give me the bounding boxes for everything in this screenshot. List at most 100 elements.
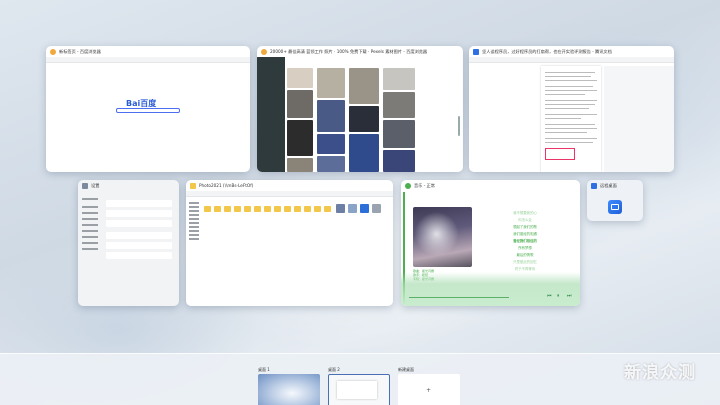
folder-icon[interactable] [234,206,241,212]
photo-thumbnail[interactable] [383,68,415,90]
lyric-line: 所有梦想 [518,246,532,250]
window-titlebar: 新标签页 - 百度浏览器 [46,46,250,57]
settings-row[interactable] [106,242,172,249]
window-browser-newtab[interactable]: 新标签页 - 百度浏览器 Bai百度 [46,46,250,172]
window-title: 设置 [91,182,100,188]
lyric-line: 想起了我们的歌 [513,225,537,229]
window-title: 新标签页 - 百度浏览器 [59,48,101,54]
image-file-icon[interactable] [348,204,357,213]
photo-thumbnail[interactable] [287,90,313,118]
watermark: 新浪众测 [624,363,696,383]
waveform-decoration [401,272,580,306]
lyric-line: 我不想要我的心 [513,211,537,215]
desktop-label: 桌面 2 [328,367,340,372]
page-sidebar [257,57,285,172]
next-icon[interactable]: ⏭ [567,294,573,299]
photo-thumbnail[interactable] [349,68,379,104]
desktop-label: 桌面 1 [258,367,270,372]
image-file-icon[interactable] [336,204,345,213]
photo-thumbnail[interactable] [349,134,379,172]
photo-thumbnail[interactable] [383,120,415,148]
desktop-thumbnail[interactable] [258,374,320,405]
photo-thumbnail[interactable] [317,68,345,98]
photo-thumbnail[interactable] [317,134,345,154]
prev-icon[interactable]: ⏮ [547,294,553,299]
settings-row[interactable] [106,210,172,217]
desktop-2[interactable]: 桌面 2 [328,364,390,405]
window-titlebar: 音乐 - 正常 [401,180,580,191]
scrollbar[interactable] [458,116,460,136]
photo-thumbnail[interactable] [317,156,345,172]
window-title: 坚人谈程序员，过好程序员的打扇帮，也在开实验评测报告 - 腾讯文档 [482,48,612,54]
new-desktop-button[interactable]: + [398,374,460,405]
folder-icon[interactable] [214,206,221,212]
folder-icon[interactable] [244,206,251,212]
virtual-desktop-bar: 桌面 1 桌面 2 新建桌面 + [0,353,720,405]
folder-icon[interactable] [254,206,261,212]
window-file-explorer[interactable]: Photo2021 (\\mBs-LeFtOf) [186,180,393,306]
desktop-label: 新建桌面 [398,367,414,372]
folder-icon[interactable] [294,206,301,212]
window-title: Photo2021 (\\mBs-LeFtOf) [199,183,254,188]
window-title: 音乐 - 正常 [414,182,435,188]
window-tencent-docs[interactable]: 坚人谈程序员，过好程序员的打扇帮，也在开实验评测报告 - 腾讯文档 [469,46,674,172]
highlight-box [545,148,575,160]
lyric-line: 只是彼此的回忆 [513,260,537,264]
folder-icon[interactable] [304,206,311,212]
lyric-line: 我们曾经的相遇 [513,232,537,236]
photo-thumbnail[interactable] [383,92,415,118]
folder-icon[interactable] [224,206,231,212]
remote-desktop-icon [608,200,622,214]
window-title: 20000+ 最佳高清 蓝领工作 照片 · 100% 免费下载 · Pexels… [270,48,428,54]
desktop-thumbnail-active[interactable] [328,374,390,405]
plus-icon: + [426,387,432,394]
settings-row[interactable] [106,220,172,227]
lyric-line: 最后的情歌 [516,253,534,257]
window-titlebar: 远程桌面 [587,180,643,191]
desktop-1[interactable]: 桌面 1 [258,364,320,405]
file-icon[interactable] [372,204,381,213]
photo-thumbnail[interactable] [287,120,313,156]
browser-icon [50,48,56,55]
music-icon [405,182,411,189]
window-titlebar: Photo2021 (\\mBs-LeFtOf) [186,180,393,191]
photo-thumbnail[interactable] [383,150,415,172]
folder-icon[interactable] [314,206,321,212]
photo-thumbnail[interactable] [349,106,379,132]
lyric-line-current: 曾经我们相信的 [513,239,537,243]
settings-row[interactable] [106,232,172,239]
docs-icon [473,48,479,55]
window-settings[interactable]: 设置 [78,180,179,306]
docs-side-panel [604,66,674,172]
browser-toolbar [46,57,250,63]
window-titlebar: 坚人谈程序员，过好程序员的打扇帮，也在开实验评测报告 - 腾讯文档 [469,46,674,57]
document-page[interactable] [541,66,601,172]
settings-row[interactable] [106,252,172,259]
app-file-icon[interactable] [360,204,369,213]
folder-icon[interactable] [324,206,331,212]
search-input[interactable] [116,108,180,113]
album-art-glow [413,207,472,267]
folder-icon[interactable] [264,206,271,212]
folder-icon [190,182,196,189]
folder-icon[interactable] [274,206,281,212]
window-titlebar: 设置 [78,180,179,191]
photo-thumbnail[interactable] [287,158,313,172]
gear-icon [82,182,88,189]
docs-toolbar [469,57,674,63]
progress-bar[interactable] [409,297,509,298]
window-music-player[interactable]: 音乐 - 正常 我不想要我的心 你怎么会 想起了我们的歌 我们曾经的相遇 曾经我… [401,180,580,306]
settings-row[interactable] [106,200,172,207]
lyric-line: 终于不再等待 [514,267,536,271]
pause-icon[interactable]: ⏸ [557,294,563,299]
explorer-toolbar [186,191,393,197]
photo-thumbnail[interactable] [317,100,345,132]
window-browser-pexels[interactable]: 20000+ 最佳高清 蓝领工作 照片 · 100% 免费下载 · Pexels… [257,46,463,172]
window-remote-desktop[interactable]: 远程桌面 [587,180,643,221]
folder-icon[interactable] [284,206,291,212]
folder-icon[interactable] [204,206,211,212]
photo-thumbnail[interactable] [287,68,313,88]
new-desktop[interactable]: 新建桌面 + [398,364,460,405]
lyric-line: 你怎么会 [518,218,532,222]
remote-icon [591,182,597,189]
